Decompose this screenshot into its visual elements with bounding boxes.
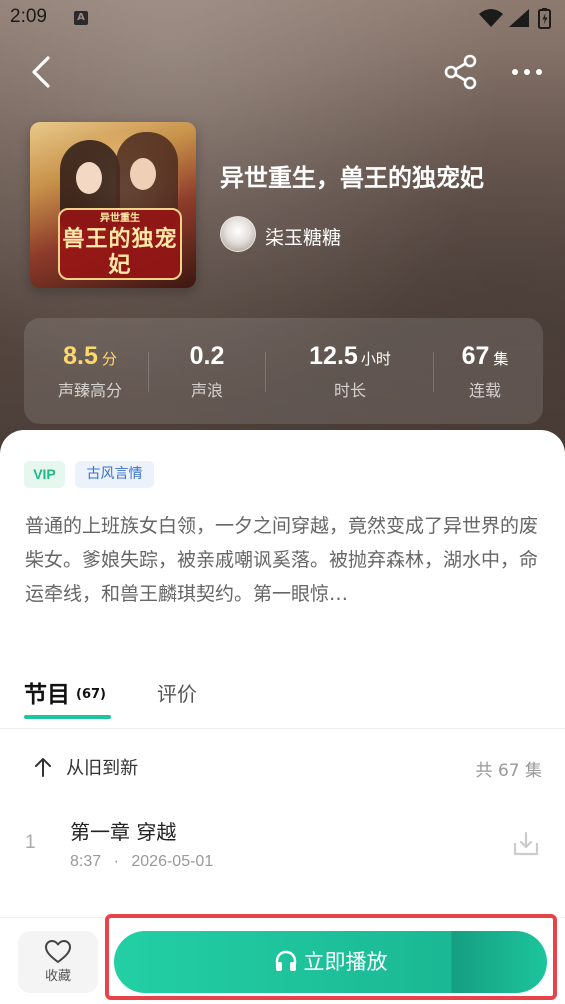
- stat-rating-label: 声臻高分: [57, 381, 122, 400]
- book-title: 异世重生，兽王的独宠妃: [220, 164, 484, 192]
- share-icon: [444, 54, 477, 90]
- stat-episodes: 67 集 连载: [435, 342, 535, 401]
- signal-icon: [509, 9, 529, 27]
- author-avatar[interactable]: [220, 216, 256, 252]
- book-description[interactable]: 普通的上班族女白领，一夕之间穿越，竟然变成了异世界的废柴女。爹娘失踪，被亲戚嘲讽…: [25, 509, 545, 611]
- episode-meta-separator: ·: [113, 853, 119, 870]
- back-button[interactable]: [24, 52, 60, 92]
- book-cover[interactable]: 异世重生 兽王的独宠妃: [30, 122, 196, 288]
- tab-programs-count: (67): [76, 687, 106, 702]
- more-icon: [512, 69, 542, 75]
- episode-duration: 8:37: [70, 853, 102, 870]
- active-tab-indicator: [24, 715, 111, 719]
- episode-title[interactable]: 第一章 穿越: [70, 816, 176, 845]
- play-now-label: 立即播放: [303, 950, 388, 974]
- heart-icon: [45, 940, 71, 963]
- episode-date: 2026-05-01: [131, 853, 214, 870]
- back-icon: [32, 56, 50, 88]
- vip-badge: VIP: [24, 461, 65, 488]
- stat-episodes-unit: 集: [493, 350, 509, 368]
- sort-order-button[interactable]: 从旧到新: [33, 754, 138, 780]
- favorite-label: 收藏: [44, 969, 71, 984]
- stat-episodes-label: 连载: [468, 381, 501, 400]
- status-bar: 2:09 A: [0, 0, 565, 36]
- play-now-button[interactable]: 立即播放: [114, 931, 547, 993]
- cover-face-right: [130, 158, 156, 190]
- tabs-divider: [0, 728, 565, 729]
- stat-episodes-value: 67: [461, 342, 490, 370]
- stat-rating-value: 8.5: [63, 342, 98, 370]
- stats-divider: [433, 352, 434, 392]
- stat-wave: 0.2 声浪: [150, 342, 264, 401]
- tab-programs-label: 节目: [24, 682, 70, 708]
- notification-icon: A: [74, 11, 88, 25]
- battery-icon: [538, 8, 551, 29]
- episode-index: 1: [25, 832, 36, 853]
- stat-wave-label: 声浪: [190, 381, 223, 400]
- cover-logo: 异世重生 兽王的独宠妃: [58, 208, 182, 280]
- cover-face-left: [76, 162, 102, 194]
- play-now-content: 立即播放: [114, 931, 547, 993]
- stats-panel: 8.5 分 声臻高分 0.2 声浪 12.5 小时 时长 67 集 连载: [24, 318, 543, 424]
- stat-duration-label: 时长: [333, 381, 366, 400]
- genre-tag[interactable]: 古风言情: [75, 461, 154, 488]
- stat-wave-value: 0.2: [189, 342, 225, 370]
- episode-meta: 8:37 · 2026-05-01: [70, 853, 213, 871]
- cover-logo-title: 兽王的独宠妃: [62, 226, 178, 278]
- status-time: 2:09: [10, 6, 47, 27]
- author-name[interactable]: 柒玉糖糖: [265, 223, 341, 250]
- stat-duration: 12.5 小时 时长: [267, 342, 433, 401]
- status-icons: [479, 8, 551, 29]
- episode-total: 共 67 集: [475, 761, 542, 781]
- stat-duration-value: 12.5: [309, 342, 358, 370]
- stats-divider: [265, 352, 266, 392]
- headphones-icon: [275, 950, 296, 971]
- download-icon: [513, 831, 539, 856]
- cover-logo-subtitle: 异世重生: [100, 213, 140, 224]
- tab-programs[interactable]: 节目 (67): [24, 675, 106, 708]
- share-button[interactable]: [442, 53, 480, 91]
- stat-duration-unit: 小时: [360, 350, 391, 368]
- more-button[interactable]: [508, 58, 546, 86]
- sort-order-label: 从旧到新: [66, 758, 139, 779]
- stat-rating-unit: 分: [101, 350, 117, 368]
- wifi-icon: [479, 9, 503, 27]
- tab-reviews[interactable]: 评价: [157, 678, 197, 707]
- favorite-button[interactable]: 收藏: [18, 931, 98, 993]
- stats-divider: [148, 352, 149, 392]
- stat-rating: 8.5 分 声臻高分: [32, 342, 148, 401]
- arrow-up-icon: [35, 758, 51, 777]
- episode-download-button[interactable]: [512, 830, 540, 858]
